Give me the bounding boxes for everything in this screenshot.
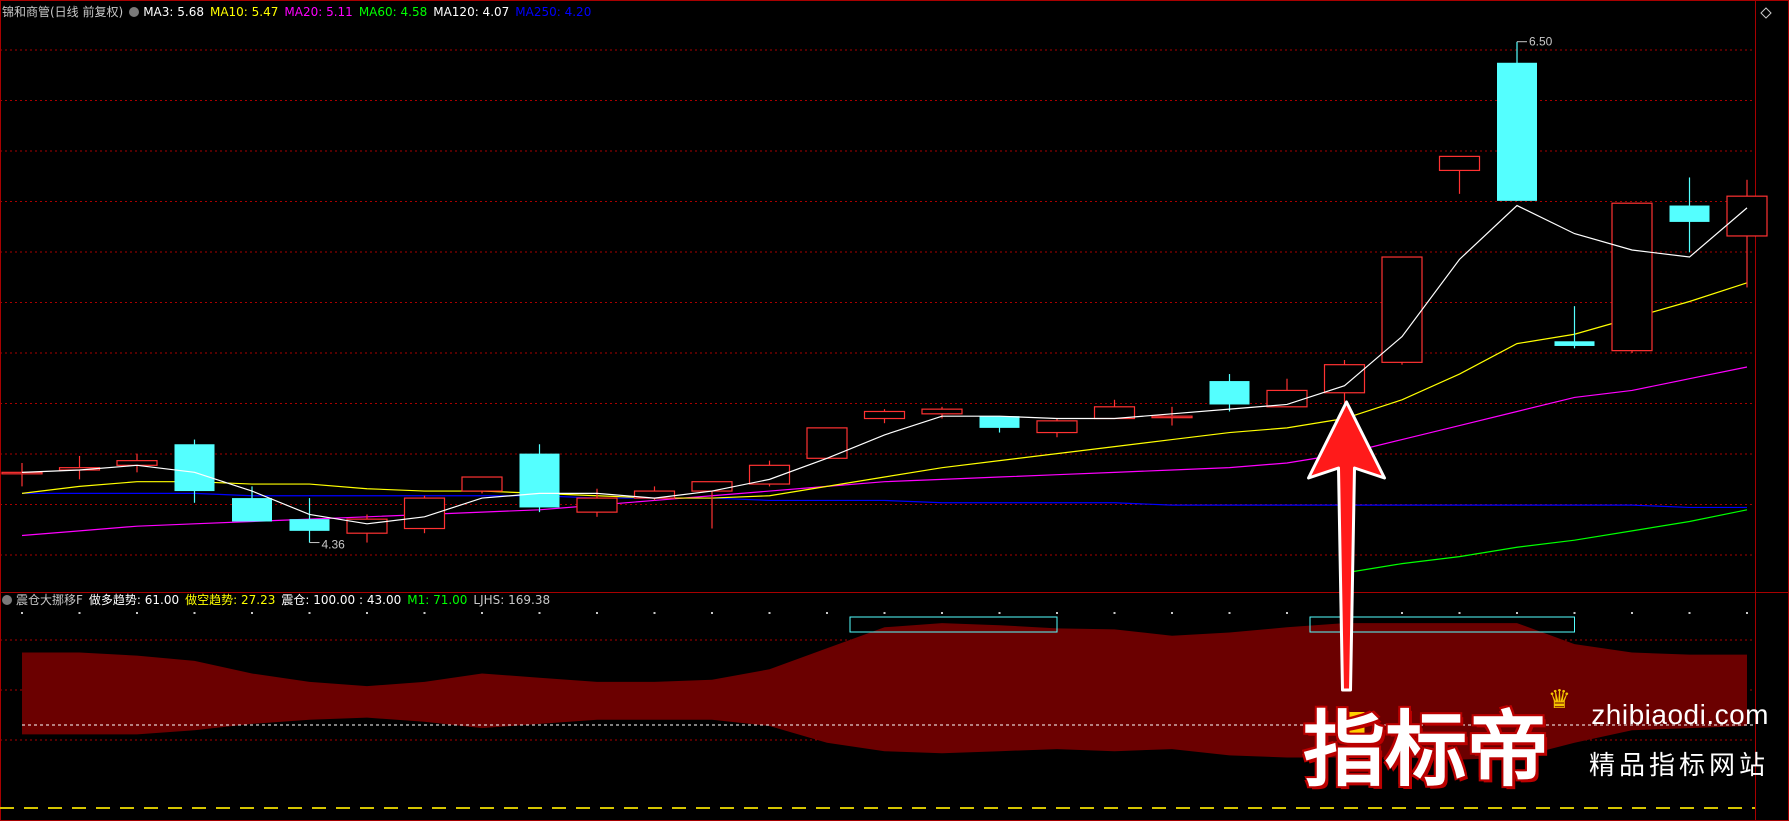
indicator-dot bbox=[366, 612, 368, 614]
low-label: 4.36 bbox=[322, 538, 346, 552]
ma-label: MA10: 5.47 bbox=[209, 5, 279, 19]
indicator-dot bbox=[1688, 612, 1691, 614]
indicator-dot bbox=[941, 612, 943, 614]
candle-body bbox=[1151, 415, 1193, 419]
candle-body bbox=[921, 408, 963, 415]
candle-body bbox=[1381, 256, 1423, 363]
candle-body bbox=[1, 471, 43, 475]
candle-body bbox=[576, 497, 618, 513]
indicator-dot bbox=[1228, 612, 1231, 614]
indicator-dot bbox=[251, 612, 253, 614]
candle-body bbox=[691, 481, 733, 492]
ma60-line bbox=[1344, 509, 1748, 574]
candle-body bbox=[1036, 420, 1078, 434]
candle-body bbox=[289, 519, 330, 531]
candle-body bbox=[1323, 364, 1366, 394]
candle-body bbox=[1093, 406, 1136, 420]
indicator-dot bbox=[653, 612, 656, 614]
indicator-dot bbox=[1171, 612, 1173, 614]
indicator-value: 做空趋势: 27.23 bbox=[185, 593, 276, 607]
watermark: 指标帝 ♛ zhibiaodi.com 精品指标网站 bbox=[1303, 685, 1779, 797]
candle-body bbox=[863, 410, 906, 420]
ma-label: MA20: 5.11 bbox=[284, 5, 353, 19]
candle-body bbox=[116, 460, 158, 466]
candle-body bbox=[979, 416, 1020, 428]
indicator-header: 震仓大挪移F 做多趋势: 61.00 做空趋势: 27.23 震仓: 100.00 :… bbox=[2, 592, 556, 608]
stock-title: 锦和商管(日线 前复权) bbox=[2, 5, 124, 19]
indicator-dot bbox=[1631, 612, 1633, 614]
scroll-marker-icon bbox=[1760, 7, 1772, 19]
indicator-dot bbox=[1401, 612, 1403, 614]
watermark-brand: 指标帝 bbox=[1302, 703, 1549, 798]
indicator-value: M1: 71.00 bbox=[407, 593, 468, 607]
indicator-name: 震仓大挪移F bbox=[16, 593, 83, 607]
indicator-dot bbox=[998, 612, 1001, 614]
candle-body bbox=[1669, 205, 1710, 222]
indicator-dot bbox=[1516, 612, 1518, 614]
indicator-dot bbox=[1113, 612, 1116, 614]
ma250-line bbox=[22, 492, 1747, 509]
indicator-dot bbox=[1056, 612, 1058, 614]
indicator-dot bbox=[1458, 612, 1461, 614]
indicator-value: 做多趋势: 61.00 bbox=[88, 593, 180, 607]
indicator-dot bbox=[538, 612, 541, 614]
indicator-dot bbox=[768, 612, 771, 614]
ma-label: MA120: 4.07 bbox=[433, 5, 510, 19]
watermark-tagline: 精品指标网站 bbox=[1588, 751, 1769, 781]
candle-body bbox=[1438, 155, 1481, 172]
watermark-site: zhibiaodi.com bbox=[1591, 699, 1769, 730]
crown-icon: ♛ bbox=[1547, 685, 1571, 715]
indicator-dot bbox=[21, 612, 23, 614]
indicator-dot bbox=[883, 612, 886, 614]
indicator-settings-icon[interactable] bbox=[2, 595, 12, 605]
high-label: 6.50 bbox=[1529, 35, 1553, 49]
candle-body bbox=[519, 453, 560, 508]
candle-body bbox=[1611, 202, 1653, 352]
indicator-dot bbox=[481, 612, 483, 614]
candle-body bbox=[403, 497, 446, 530]
indicator-dot bbox=[1286, 612, 1288, 614]
main-chart-header: 锦和商管(日线 前复权) MA3: 5.68 MA10: 5.47 MA20: 5.1… bbox=[2, 4, 597, 20]
indicator-dot bbox=[596, 612, 598, 614]
candle-body bbox=[1726, 195, 1768, 237]
indicator-dot bbox=[136, 612, 138, 614]
indicator-dot bbox=[193, 612, 196, 614]
ma-label: MA3: 5.68 bbox=[143, 5, 204, 19]
indicator-settings-icon[interactable] bbox=[129, 7, 140, 17]
indicator-dot bbox=[423, 612, 426, 614]
indicator-value: 震仓: 100.00 : 43.00 bbox=[281, 593, 402, 607]
indicator-dot bbox=[1573, 612, 1576, 614]
ma-label: MA60: 4.58 bbox=[358, 5, 428, 19]
candle-body bbox=[232, 498, 272, 522]
indicator-dot bbox=[711, 612, 713, 614]
candle-body bbox=[1209, 381, 1250, 405]
indicator-dot bbox=[78, 612, 81, 614]
indicator-dot bbox=[826, 612, 828, 614]
ma10-line bbox=[21, 282, 1748, 499]
candle-body bbox=[1497, 62, 1537, 201]
ma20-line bbox=[21, 366, 1748, 537]
ma-label: MA250: 4.20 bbox=[515, 5, 592, 19]
candle-body bbox=[1554, 341, 1595, 346]
indicator-dot bbox=[1746, 612, 1748, 614]
candle-body bbox=[461, 476, 503, 492]
indicator-dot bbox=[308, 612, 311, 614]
candle-body bbox=[806, 427, 848, 459]
ma3-line bbox=[21, 204, 1748, 525]
indicator-value: LJHS: 169.38 bbox=[473, 593, 551, 607]
candle-body bbox=[174, 444, 215, 492]
